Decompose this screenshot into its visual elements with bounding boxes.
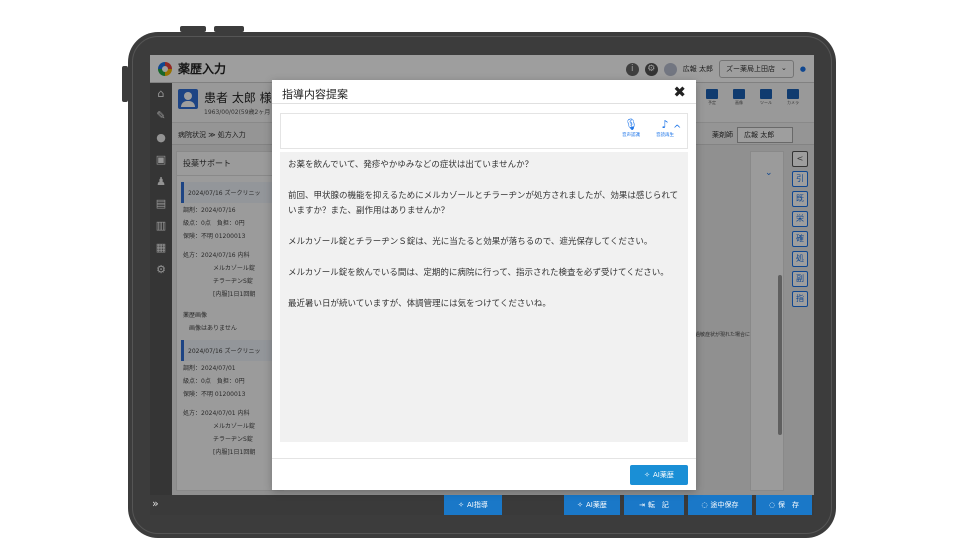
suggestion-paragraph: メルカゾール錠を飲んでいる間は、定期的に病院に行って、指示された検査を必ず受けて… <box>288 268 669 278</box>
voice-recognition-button[interactable]: 🎙 音声認識 <box>617 118 645 138</box>
screen: 薬歴入力 i ⚙ 広報 太郎 ズー薬局上田店 ⌄ ● ⌂ ✎ ● ▣ ♟ ▤ ▥… <box>150 55 814 515</box>
suggestion-content[interactable]: お薬を飲んでいて、発疹やかゆみなどの症状は出ていませんか？ 前回、甲状腺の機能を… <box>280 152 688 442</box>
ai-guidance-button[interactable]: ✧ AI指導 <box>444 495 502 515</box>
guidance-suggestion-modal: 指導内容提案 ✖ 🎙 音声認識 ♪ 音読再生 ^ お薬を飲んでいて、発疹やかゆみ… <box>272 80 696 490</box>
sparkle-icon: ✧ <box>577 501 583 509</box>
suggestion-paragraph: メルカゾール錠とチラーヂンＳ錠は、光に当たると効果が落ちるので、遮光保存してくだ… <box>288 237 653 247</box>
check-circle-icon: ◌ <box>701 501 708 509</box>
ai-history-button[interactable]: ✧ AI薬歴 <box>564 495 620 515</box>
record-button[interactable]: ⇥ 転 記 <box>624 495 684 515</box>
modal-title: 指導内容提案 <box>282 88 348 101</box>
ai-history-modal-button[interactable]: ✧ AI薬歴 <box>630 465 688 485</box>
sparkle-icon: ✧ <box>644 471 650 479</box>
save-label: 保 存 <box>778 501 800 509</box>
chevron-up-icon[interactable]: ^ <box>673 124 681 135</box>
suggestion-paragraph: 最近暑い日が続いていますが、体調管理には気をつけてくださいね。 <box>288 299 551 309</box>
tablet-button <box>180 26 206 32</box>
sparkle-icon: ✧ <box>458 501 464 509</box>
ai-guidance-label: AI指導 <box>467 501 488 509</box>
record-label: 転 記 <box>647 501 669 509</box>
suggestion-paragraph: お薬を飲んでいて、発疹やかゆみなどの症状は出ていませんか？ <box>288 160 534 170</box>
voice-label: 音声認識 <box>622 133 640 138</box>
modal-toolbar: 🎙 音声認識 ♪ 音読再生 ^ <box>280 113 688 149</box>
temp-save-label: 途中保存 <box>710 501 739 509</box>
bottom-action-bar: » ✧ AI指導 ✧ AI薬歴 ⇥ 転 記 ◌ 途中保存 ◌ 保 存 <box>150 495 814 515</box>
modal-footer: ✧ AI薬歴 <box>272 458 696 490</box>
ai-history-label: AI薬歴 <box>586 501 607 509</box>
check-circle-icon: ◌ <box>768 501 776 509</box>
tablet-button <box>122 66 128 102</box>
ai-history-modal-label: AI薬歴 <box>653 471 674 479</box>
microphone-icon: 🎙 <box>624 118 638 131</box>
temp-save-button[interactable]: ◌ 途中保存 <box>688 495 752 515</box>
modal-header: 指導内容提案 ✖ <box>272 80 696 104</box>
expand-icon[interactable]: » <box>152 497 159 510</box>
suggestion-paragraph: 前回、甲状腺の機能を抑えるためにメルカゾールとチラーヂンが処方されましたが、効果… <box>288 191 679 216</box>
save-button[interactable]: ◌ 保 存 <box>756 495 812 515</box>
tablet-button <box>214 26 244 32</box>
close-icon[interactable]: ✖ <box>673 83 686 101</box>
transfer-icon: ⇥ <box>639 501 645 509</box>
